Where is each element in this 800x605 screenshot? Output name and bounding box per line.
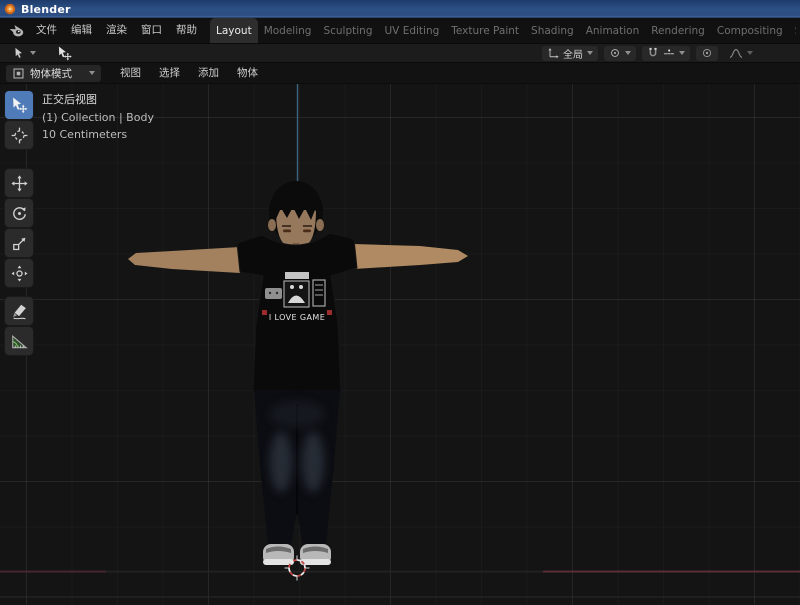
menu-window[interactable]: 窗口	[134, 18, 169, 43]
titlebar[interactable]: Blender	[0, 0, 800, 18]
model-shoe-left	[263, 544, 294, 565]
menu-render[interactable]: 渲染	[99, 18, 134, 43]
blender-app-icon	[4, 3, 16, 15]
tab-uv-editing[interactable]: UV Editing	[379, 18, 446, 43]
chevron-down-icon	[30, 51, 36, 55]
window-title: Blender	[21, 3, 71, 16]
menu-edit[interactable]: 编辑	[64, 18, 99, 43]
viewport-menu-add[interactable]: 添加	[189, 63, 228, 84]
magnet-icon	[647, 47, 659, 59]
model-shoe-right	[300, 544, 331, 565]
scale-icon	[11, 235, 28, 252]
blender-window: Blender 文件 编辑 渲染 窗口 帮助 Layout Modeling S…	[0, 0, 800, 605]
menu-help[interactable]: 帮助	[169, 18, 204, 43]
mode-label: 物体模式	[30, 66, 72, 81]
tool-select-tweak-button[interactable]	[5, 91, 33, 119]
cursor-3d-icon	[11, 127, 28, 144]
proportional-editing-toggle[interactable]	[696, 46, 718, 61]
tool-transform-button[interactable]	[5, 259, 33, 287]
viewport-header: 物体模式 视图 选择 添加 物体	[0, 63, 800, 84]
tool-rotate-button[interactable]	[5, 199, 33, 227]
tab-layout[interactable]: Layout	[210, 18, 258, 43]
chevron-down-icon	[89, 71, 95, 75]
tool-settings-bar: 全局	[0, 44, 800, 63]
pivot-point-icon	[609, 47, 621, 59]
model-ear-left	[268, 219, 276, 231]
blender-logo-icon	[9, 24, 24, 37]
chevron-down-icon	[747, 51, 753, 55]
snapping-controls[interactable]	[642, 46, 690, 61]
menu-file[interactable]: 文件	[29, 18, 64, 43]
tool-shelf	[5, 91, 33, 357]
measure-ruler-icon	[11, 333, 28, 350]
rotate-icon	[11, 205, 28, 222]
model-eye-left	[283, 230, 291, 233]
tab-texture-paint[interactable]: Texture Paint	[445, 18, 525, 43]
proportional-editing-icon	[701, 47, 713, 59]
tab-modeling[interactable]: Modeling	[258, 18, 318, 43]
tab-sculpting[interactable]: Sculpting	[317, 18, 378, 43]
transform-icon	[11, 265, 28, 282]
scene: I LOVE GAME	[0, 84, 800, 605]
select-tweak-icon	[57, 46, 72, 61]
tool-annotate-button[interactable]	[5, 297, 33, 325]
select-tweak-icon	[11, 97, 28, 114]
move-icon	[11, 175, 28, 192]
viewport-3d[interactable]: I LOVE GAME	[0, 84, 800, 605]
object-mode-icon	[12, 67, 25, 80]
transform-orientation-dropdown[interactable]: 全局	[542, 46, 598, 61]
tab-compositing[interactable]: Compositing	[711, 18, 789, 43]
tab-shading[interactable]: Shading	[525, 18, 580, 43]
active-tool-dropdown[interactable]	[8, 46, 41, 61]
tool-cursor-button[interactable]	[5, 121, 33, 149]
tweak-tool-indicator[interactable]	[57, 46, 72, 61]
tool-measure-button[interactable]	[5, 327, 33, 355]
proportional-falloff-dropdown[interactable]	[724, 46, 758, 61]
viewport-menu-view[interactable]: 视图	[111, 63, 150, 84]
viewport-menu-select[interactable]: 选择	[150, 63, 189, 84]
blender-menu-button[interactable]	[4, 18, 29, 43]
workspace-tabs: Layout Modeling Sculpting UV Editing Tex…	[210, 18, 796, 43]
chevron-down-icon	[625, 51, 631, 55]
active-tool-icon	[13, 47, 26, 60]
snap-target-icon	[663, 47, 675, 59]
annotate-pencil-icon	[11, 303, 28, 320]
model-ear-right	[316, 219, 324, 231]
mode-selector-dropdown[interactable]: 物体模式	[6, 65, 101, 82]
viewport-menu-object[interactable]: 物体	[228, 63, 267, 84]
tab-scripting[interactable]: Scripting	[789, 18, 796, 43]
model-eye-right	[303, 230, 311, 233]
model-left-arm	[128, 247, 240, 273]
chevron-down-icon	[679, 51, 685, 55]
model-right-arm	[354, 244, 468, 269]
tool-move-button[interactable]	[5, 169, 33, 197]
character-model[interactable]: I LOVE GAME	[128, 181, 468, 565]
tool-scale-button[interactable]	[5, 229, 33, 257]
tab-rendering[interactable]: Rendering	[645, 18, 711, 43]
tshirt-text: I LOVE GAME	[269, 313, 325, 322]
tab-animation[interactable]: Animation	[580, 18, 646, 43]
topbar: 文件 编辑 渲染 窗口 帮助 Layout Modeling Sculpting…	[0, 18, 800, 44]
pivot-point-dropdown[interactable]	[604, 46, 636, 61]
viewport-header-right-controls: 全局	[542, 46, 758, 61]
falloff-curve-icon	[729, 47, 743, 59]
orientation-label: 全局	[563, 46, 583, 61]
chevron-down-icon	[587, 51, 593, 55]
orientation-axes-icon	[547, 47, 559, 59]
